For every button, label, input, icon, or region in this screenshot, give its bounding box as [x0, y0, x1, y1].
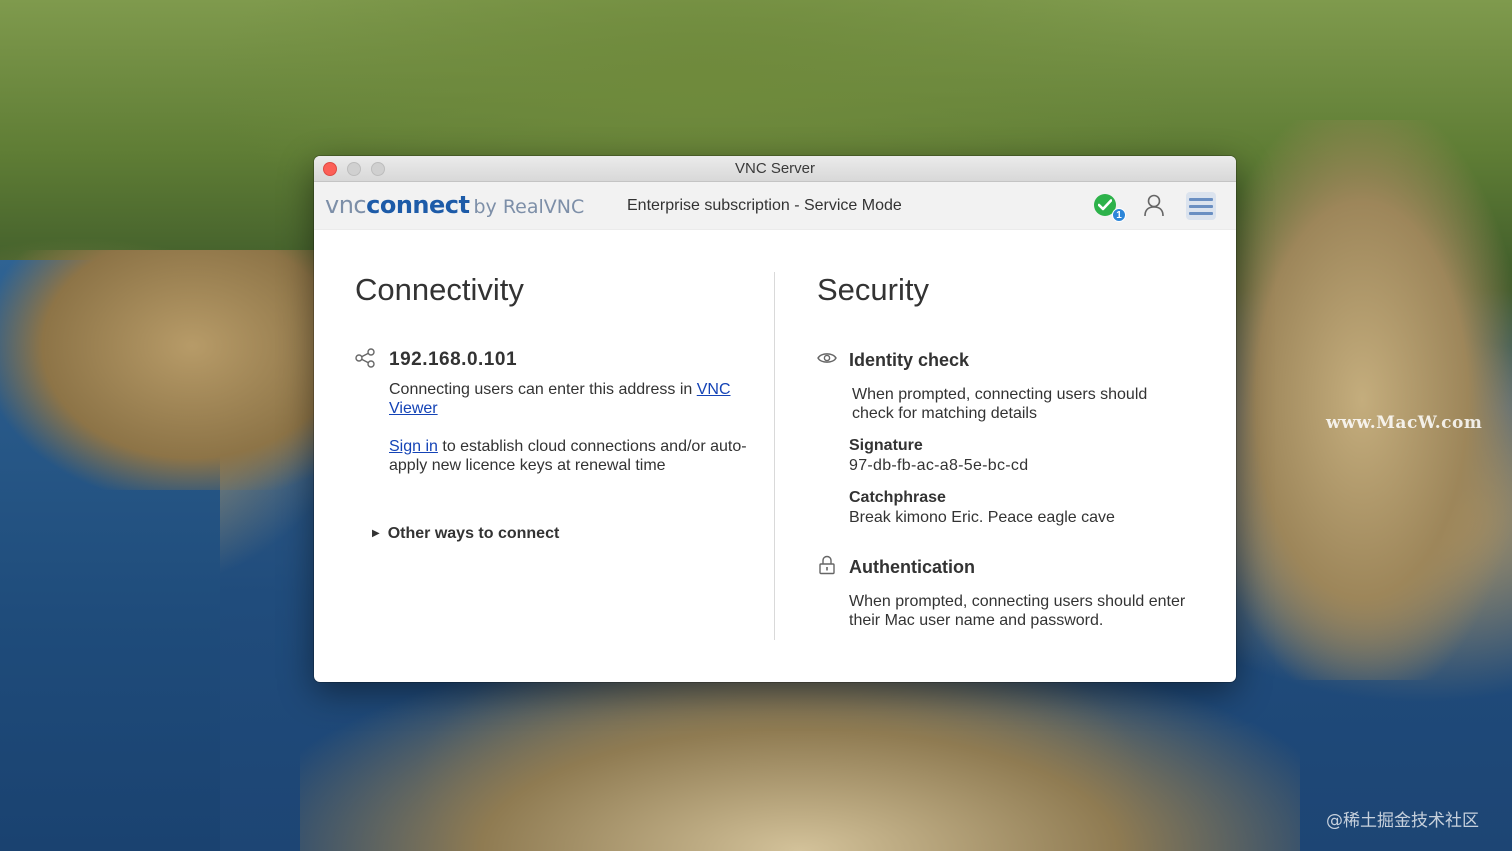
watermark-juejin: @稀土掘金技术社区	[1326, 811, 1479, 831]
catchphrase-value: Break kimono Eric. Peace eagle cave	[849, 509, 1115, 526]
disclosure-triangle-icon: ▶	[372, 528, 380, 539]
authentication-heading: Authentication	[849, 557, 975, 577]
connect-instructions: Connecting users can enter this address …	[389, 380, 749, 418]
toolbar: vncconnect by RealVNC Enterprise subscrip…	[314, 182, 1236, 230]
lock-icon	[818, 555, 836, 580]
column-divider	[774, 272, 775, 640]
logo-vnc-text: vnc	[325, 191, 367, 219]
identity-check-description: When prompted, connecting users should c…	[852, 386, 1148, 422]
eye-icon	[817, 351, 837, 370]
subscription-status: Enterprise subscription - Service Mode	[627, 197, 902, 214]
vnc-connect-logo: vncconnect by RealVNC	[325, 191, 584, 219]
identity-check-heading: Identity check	[849, 350, 970, 370]
desktop-rock-left	[0, 250, 320, 490]
other-ways-label: Other ways to connect	[387, 525, 560, 542]
title-bar[interactable]: VNC Server	[314, 156, 1236, 182]
share-icon	[355, 348, 375, 373]
ip-address[interactable]: 192.168.0.101	[389, 349, 517, 371]
signin-instructions: Sign in to establish cloud connections a…	[389, 437, 749, 475]
desktop-rock-right	[1212, 120, 1512, 680]
hamburger-menu-icon[interactable]	[1186, 192, 1216, 220]
logo-connect-text: connect	[366, 191, 470, 219]
watermark-macw: www.MacW.com	[1326, 413, 1483, 433]
desktop-rock-bottom	[300, 661, 1300, 851]
connect-instructions-text: Connecting users can enter this address …	[389, 381, 697, 398]
signature-label: Signature	[849, 437, 923, 454]
catchphrase-label: Catchphrase	[849, 489, 946, 506]
main-content: Connectivity 192.168.0.101 Connecting us…	[314, 230, 1236, 682]
user-icon[interactable]	[1143, 194, 1165, 223]
security-title: Security	[817, 272, 929, 307]
vnc-server-window: VNC Server vncconnect by RealVNC Enterpri…	[314, 156, 1236, 682]
window-title: VNC Server	[734, 160, 816, 177]
logo-by-realvnc-text: by RealVNC	[473, 196, 585, 218]
sign-in-link[interactable]: Sign in	[389, 438, 438, 455]
signature-value: 97-db-fb-ac-a8-5e-bc-cd	[849, 457, 1029, 474]
connections-count-badge: 1	[1112, 208, 1126, 222]
signin-instructions-text: to establish cloud connections and/or au…	[389, 438, 747, 474]
other-ways-to-connect-disclosure[interactable]: ▶ Other ways to connect	[372, 525, 559, 543]
connectivity-title: Connectivity	[355, 272, 524, 307]
authentication-description: When prompted, connecting users should e…	[849, 593, 1186, 629]
